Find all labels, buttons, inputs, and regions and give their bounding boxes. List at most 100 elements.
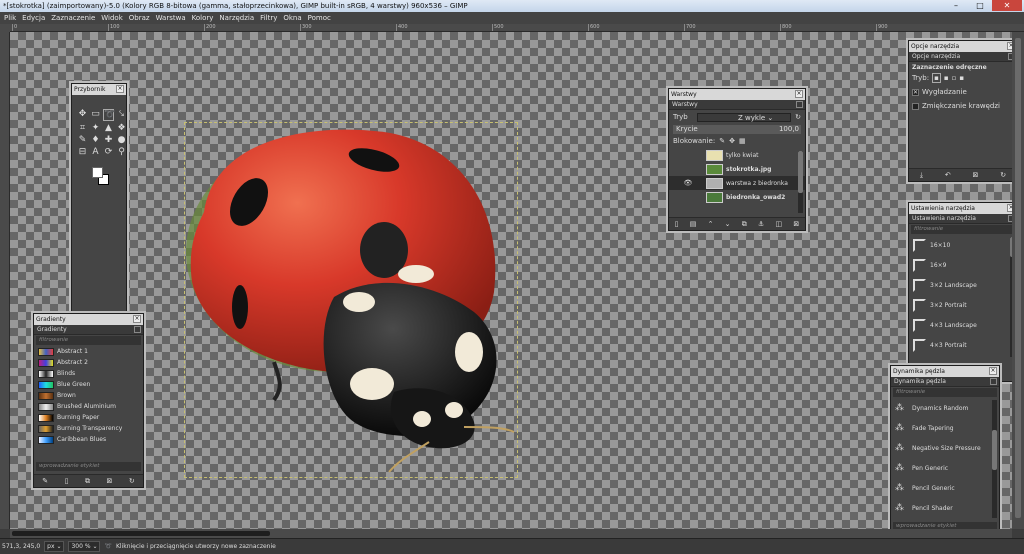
menu-kolory[interactable]: Kolory: [192, 12, 214, 24]
minimize-button[interactable]: –: [944, 0, 968, 11]
tool-presets-filter-input[interactable]: filtrowanie: [911, 225, 1015, 234]
tool-preset-item[interactable]: 3×2 Portrait: [909, 295, 1017, 315]
move-icon[interactable]: ✥: [77, 109, 88, 121]
mode-subtract-icon[interactable]: ▫: [952, 74, 957, 82]
gradient-item[interactable]: Burning Transparency: [34, 423, 143, 434]
horizontal-scrollbar[interactable]: [10, 529, 1012, 538]
gradient-item[interactable]: Burning Paper: [34, 412, 143, 423]
ruler-corner[interactable]: [0, 24, 10, 32]
toolbox-close-button[interactable]: ×: [116, 85, 124, 93]
new-gradient-icon[interactable]: ▯: [65, 477, 69, 485]
mode-replace-icon[interactable]: ▪: [932, 73, 941, 83]
mode-add-icon[interactable]: ▪: [944, 74, 949, 82]
fuzzy-select-icon[interactable]: ✦: [90, 123, 101, 133]
horizontal-ruler[interactable]: 0 100 200 300 400 500 600 700 800 900: [10, 24, 1024, 32]
reset-options-icon[interactable]: ↻: [1000, 171, 1006, 179]
anchor-layer-icon[interactable]: ⚓: [758, 220, 764, 228]
unit-select[interactable]: px ⌄: [44, 541, 65, 552]
vertical-scrollbar[interactable]: [1012, 32, 1024, 529]
menu-edycja[interactable]: Edycja: [22, 12, 45, 24]
feather-checkbox[interactable]: [912, 102, 919, 110]
clone-icon[interactable]: ●: [116, 135, 127, 145]
layer-visibility-icon[interactable]: 👁: [673, 179, 703, 187]
dynamics-item[interactable]: ⁂ Pencil Shader: [891, 498, 999, 518]
dynamics-item[interactable]: ⁂ Negative Size Pressure: [891, 438, 999, 458]
dynamics-config-icon[interactable]: [990, 378, 997, 385]
dynamics-item[interactable]: ⁂ Pen Generic: [891, 458, 999, 478]
vertical-scroll-thumb[interactable]: [1015, 38, 1021, 518]
menu-filtry[interactable]: Filtry: [260, 12, 277, 24]
gradient-item[interactable]: Brown: [34, 390, 143, 401]
gradients-tag-input[interactable]: wprowadzanie etykiet: [36, 462, 141, 471]
restore-options-icon[interactable]: ↶: [945, 171, 951, 179]
menu-widok[interactable]: Widok: [101, 12, 123, 24]
delete-layer-icon[interactable]: ⊠: [793, 220, 799, 228]
gradient-item[interactable]: Abstract 1: [34, 346, 143, 357]
tool-preset-item[interactable]: 16×10: [909, 235, 1017, 255]
eraser-icon[interactable]: ⊟: [77, 147, 88, 157]
delete-options-icon[interactable]: ⊠: [973, 171, 979, 179]
horizontal-scroll-thumb[interactable]: [12, 531, 270, 536]
layer-row[interactable]: stokrotka.jpg: [669, 162, 805, 176]
layers-tab[interactable]: Warstwy: [669, 100, 805, 110]
gradients-close-button[interactable]: ×: [133, 315, 141, 323]
menu-pomoc[interactable]: Pomoc: [308, 12, 331, 24]
tool-preset-item[interactable]: 4×3 Landscape: [909, 315, 1017, 335]
zoom-icon[interactable]: ⚲: [116, 147, 127, 157]
lasso-icon[interactable]: ➰: [103, 109, 115, 121]
opacity-slider[interactable]: Krycie 100,0: [673, 125, 801, 134]
path-icon[interactable]: ⤥: [116, 109, 127, 121]
menu-okna[interactable]: Okna: [283, 12, 301, 24]
dynamics-titlebar[interactable]: Dynamika pędzla ×: [891, 366, 999, 377]
gradient-item[interactable]: Blue Green: [34, 379, 143, 390]
layer-row[interactable]: tylko kwiat: [669, 148, 805, 162]
delete-gradient-icon[interactable]: ⊠: [106, 477, 112, 485]
color-picker-icon[interactable]: ✎: [77, 135, 88, 145]
tool-preset-item[interactable]: 16×9: [909, 255, 1017, 275]
duplicate-layer-icon[interactable]: ⧉: [742, 220, 747, 229]
layer-row[interactable]: 👁 warstwa z biedronka: [669, 176, 805, 190]
warp-icon[interactable]: ❖: [116, 123, 127, 133]
dynamics-item[interactable]: ⁂ Fade Tapering: [891, 418, 999, 438]
antialias-checkbox[interactable]: ✕: [912, 88, 919, 96]
raise-layer-icon[interactable]: ⌃: [708, 220, 714, 228]
rect-select-icon[interactable]: ▭: [90, 109, 101, 121]
tool-preset-item[interactable]: 4×3 Portrait: [909, 335, 1017, 355]
dynamics-tab[interactable]: Dynamika pędzla: [891, 377, 999, 387]
dynamics-item[interactable]: ⁂ Dynamics Random: [891, 398, 999, 418]
gradient-item[interactable]: Blinds: [34, 368, 143, 379]
dynamics-item[interactable]: ⁂ Pencil Generic: [891, 478, 999, 498]
duplicate-gradient-icon[interactable]: ⧉: [85, 477, 90, 486]
lock-position-icon[interactable]: ✥: [729, 136, 735, 147]
bucket-icon[interactable]: ▲: [103, 123, 114, 133]
heal-icon[interactable]: ✚: [103, 135, 114, 145]
gradient-item[interactable]: Brushed Aluminium: [34, 401, 143, 412]
menu-warstwa[interactable]: Warstwa: [156, 12, 186, 24]
edit-gradient-icon[interactable]: ✎: [42, 477, 48, 485]
gradients-filter-input[interactable]: filtrowanie: [36, 336, 141, 345]
new-layer-icon[interactable]: ▯: [675, 220, 679, 228]
tool-options-tab[interactable]: Opcje narzędzia: [909, 52, 1017, 62]
foreground-background-colors[interactable]: [92, 167, 126, 191]
text-icon[interactable]: A: [90, 147, 101, 157]
lock-pixels-icon[interactable]: ✎: [719, 136, 725, 147]
maximize-button[interactable]: □: [968, 0, 992, 11]
tool-presets-tab[interactable]: Ustawienia narzędzia: [909, 214, 1017, 224]
paint-icon[interactable]: ♦: [90, 135, 101, 145]
menu-plik[interactable]: Plik: [4, 12, 16, 24]
layer-row[interactable]: biedronka_owad2: [669, 190, 805, 204]
gradient-item[interactable]: Caribbean Blues: [34, 434, 143, 445]
dynamics-close-button[interactable]: ×: [989, 367, 997, 375]
layer-mode-select[interactable]: Z wykle ⌄: [697, 113, 792, 122]
gradient-item[interactable]: Abstract 2: [34, 357, 143, 368]
layers-config-icon[interactable]: [796, 101, 803, 108]
lock-alpha-icon[interactable]: ▦: [739, 136, 746, 147]
lower-layer-icon[interactable]: ⌄: [725, 220, 731, 228]
save-options-icon[interactable]: ⤓: [920, 171, 923, 180]
dynamics-filter-input[interactable]: filtrowanie: [893, 388, 997, 397]
vertical-ruler[interactable]: [0, 32, 10, 529]
layer-mask-icon[interactable]: ◫: [776, 220, 783, 228]
layer-mode-reset-icon[interactable]: ↻: [795, 112, 801, 123]
gradients-tab[interactable]: Gradienty: [34, 325, 143, 335]
refresh-gradients-icon[interactable]: ↻: [129, 477, 135, 485]
